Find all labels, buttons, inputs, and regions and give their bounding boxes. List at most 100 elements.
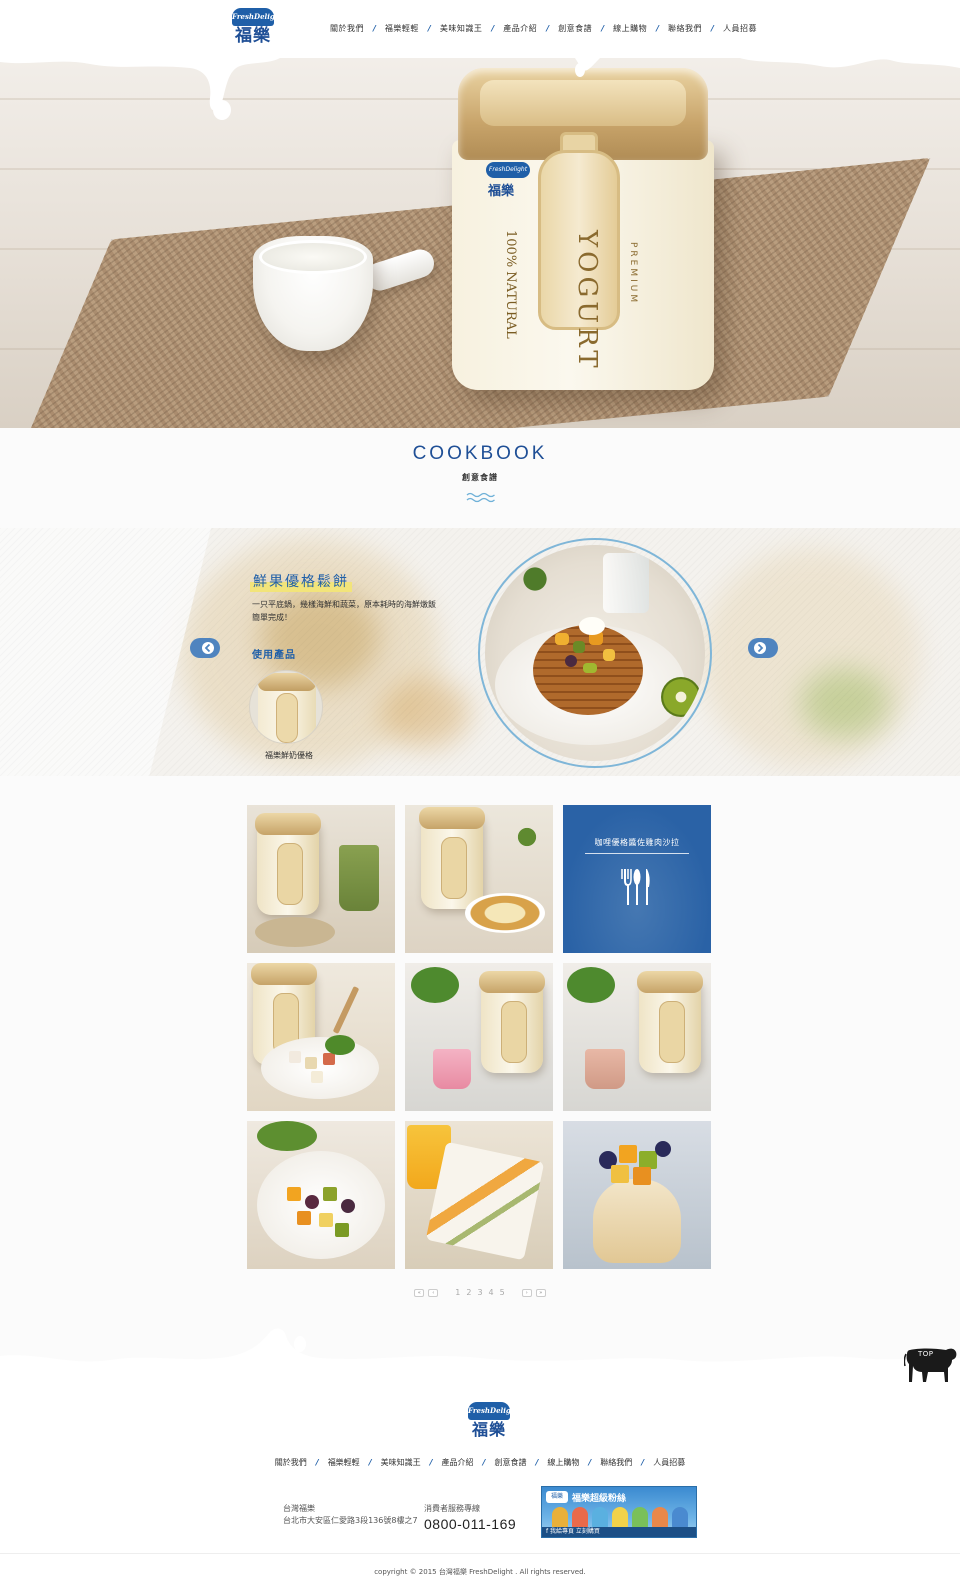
chevron-left-icon xyxy=(202,642,214,654)
company-address: 台北市大安區仁愛路3段136號8樓之7 xyxy=(283,1516,418,1525)
nav-separator: / xyxy=(427,24,431,33)
yogurt-cup-image xyxy=(253,236,438,366)
slider-next-button[interactable] xyxy=(748,638,778,658)
tub-brand-name: 福樂 xyxy=(488,184,515,199)
footer-nav-item-shop[interactable]: 線上購物 xyxy=(547,1457,579,1468)
footer-nav-item-products[interactable]: 產品介紹 xyxy=(442,1457,474,1468)
nav-item-about[interactable]: 關於我們 xyxy=(330,23,364,34)
logo-badge: FreshDelight xyxy=(232,8,283,26)
nav-separator: / xyxy=(711,24,714,33)
recipe-title: 鮮果優格鬆餅 xyxy=(250,570,352,592)
footer: FreshDelight 福樂 關於我們 / 福樂輕輕 / 美味知識王 / 產品… xyxy=(0,1368,960,1588)
footer-nav-item-recipes[interactable]: 創意食譜 xyxy=(494,1457,526,1468)
nav-separator: / xyxy=(482,1458,486,1467)
page-number[interactable]: 4 xyxy=(488,1288,495,1297)
recipe-card[interactable] xyxy=(247,805,395,953)
company-name: 台灣福樂 xyxy=(283,1504,315,1513)
fb-banner-bar: f 我給專頁 立刻購買 xyxy=(542,1527,696,1537)
logo-badge: FreshDelight xyxy=(468,1402,519,1420)
product-thumbnail[interactable] xyxy=(249,670,323,744)
main-nav: 關於我們 / 福樂輕輕 / 美味知識王 / 產品介紹 / 創意食譜 / 線上購物… xyxy=(330,23,757,34)
section-title: COOKBOOK xyxy=(412,443,548,464)
cutlery-icon xyxy=(621,869,650,905)
kid-illustration xyxy=(592,1507,608,1529)
kid-illustration xyxy=(652,1507,668,1529)
nav-separator: / xyxy=(656,24,660,33)
nav-separator: / xyxy=(546,24,550,33)
prev-page-button[interactable]: ‹ xyxy=(428,1288,439,1297)
product-used-label: 使用產品 xyxy=(252,650,296,661)
recipe-photo xyxy=(478,538,712,768)
footer-logo[interactable]: FreshDelight 福樂 xyxy=(468,1402,519,1442)
nav-item-knowledge[interactable]: 美味知識王 xyxy=(440,23,483,34)
footer-nav-item-about[interactable]: 關於我們 xyxy=(275,1457,307,1468)
footer-nav-item-contact[interactable]: 聯絡我們 xyxy=(600,1457,632,1468)
recipe-card[interactable] xyxy=(405,1121,553,1269)
kid-illustration xyxy=(632,1507,648,1529)
first-page-button[interactable]: « xyxy=(414,1288,425,1297)
header: FreshDelight 福樂 關於我們 / 福樂輕輕 / 美味知識王 / 產品… xyxy=(0,0,960,58)
recipe-slider: 鮮果優格鬆餅 一只平底鍋，幾樣海鮮和蔬菜，原本耗時的海鮮燉飯簡單完成！ 使用產品… xyxy=(0,528,960,776)
recipe-card[interactable] xyxy=(405,963,553,1111)
pagination: « ‹ 1 2 3 4 5 › » xyxy=(0,1288,960,1297)
hotline-number[interactable]: 0800-011-169 xyxy=(424,1516,516,1532)
slider-prev-button[interactable] xyxy=(190,638,220,658)
kid-illustration xyxy=(572,1507,588,1529)
back-to-top-label[interactable]: TOP xyxy=(918,1350,934,1358)
page-number[interactable]: 2 xyxy=(465,1288,472,1297)
brand-logo[interactable]: FreshDelight 福樂 xyxy=(232,8,283,48)
last-page-button[interactable]: » xyxy=(535,1288,546,1297)
page-number[interactable]: 1 xyxy=(454,1288,461,1297)
nav-separator: / xyxy=(535,1458,539,1467)
recipe-description: 一只平底鍋，幾樣海鮮和蔬菜，原本耗時的海鮮燉飯簡單完成！ xyxy=(252,600,436,622)
nav-separator: / xyxy=(491,24,495,33)
nav-separator: / xyxy=(315,1458,319,1467)
recipe-card[interactable] xyxy=(247,963,395,1111)
kid-illustration xyxy=(672,1507,688,1529)
next-page-button[interactable]: › xyxy=(521,1288,532,1297)
page-number[interactable]: 3 xyxy=(476,1288,483,1297)
nav-item-shop[interactable]: 線上購物 xyxy=(613,23,647,34)
tub-yogurt-word: YOGURT xyxy=(572,230,602,372)
chevron-right-icon xyxy=(754,642,766,654)
hotline-label: 消費者服務專線 xyxy=(424,1504,480,1513)
facebook-fan-banner[interactable]: 福樂 福樂超級粉絲 f 我給專頁 立刻購買 xyxy=(541,1486,697,1538)
page-number[interactable]: 5 xyxy=(499,1288,506,1297)
footer-nav-item-light[interactable]: 福樂輕輕 xyxy=(328,1457,360,1468)
featured-recipe-title: 咖哩優格醬佐雞肉沙拉 xyxy=(594,838,680,847)
footer-nav: 關於我們 / 福樂輕輕 / 美味知識王 / 產品介紹 / 創意食譜 / 線上購物… xyxy=(0,1457,960,1468)
recipe-grid: 咖哩優格醬佐雞肉沙拉 xyxy=(247,805,713,1271)
copyright-text: copyright © 2015 台灣福樂 FreshDelight . All… xyxy=(374,1568,586,1576)
tub-natural-text: 100% NATURAL xyxy=(503,230,518,339)
featured-recipe-card[interactable]: 咖哩優格醬佐雞肉沙拉 xyxy=(563,805,711,953)
footer-nav-item-knowledge[interactable]: 美味知識王 xyxy=(381,1457,421,1468)
fb-banner-title: 福樂超級粉絲 xyxy=(572,1494,627,1504)
nav-separator: / xyxy=(601,24,605,33)
nav-separator: / xyxy=(641,1458,645,1467)
recipe-card[interactable] xyxy=(247,1121,395,1269)
footer-nav-item-careers[interactable]: 人員招募 xyxy=(653,1457,685,1468)
nav-item-light[interactable]: 福樂輕輕 xyxy=(385,23,419,34)
milk-drip-decoration xyxy=(0,58,960,120)
nav-item-recipes[interactable]: 創意食譜 xyxy=(558,23,592,34)
logo-name: 福樂 xyxy=(235,26,271,46)
section-subtitle: 創意食譜 xyxy=(462,473,498,482)
nav-item-products[interactable]: 產品介紹 xyxy=(503,23,537,34)
recipe-card[interactable] xyxy=(563,963,711,1111)
milk-wave-decoration xyxy=(0,1328,960,1372)
logo-name: 福樂 xyxy=(471,1420,506,1439)
recipe-card[interactable] xyxy=(405,805,553,953)
tub-premium-text: PREMIUM xyxy=(628,242,638,306)
company-info: 台灣福樂 台北市大安區仁愛路3段136號8樓之7 xyxy=(283,1503,418,1527)
hero-banner: FreshDelight 福樂 YOGURT 100% NATURAL PREM… xyxy=(0,58,960,428)
product-name[interactable]: 福樂鮮奶優格 xyxy=(252,750,326,761)
recipe-card[interactable] xyxy=(563,1121,711,1269)
nav-separator: / xyxy=(368,1458,372,1467)
nav-separator: / xyxy=(373,24,376,33)
kid-illustration xyxy=(552,1507,568,1529)
nav-item-careers[interactable]: 人員招募 xyxy=(723,23,757,34)
kid-illustration xyxy=(612,1507,628,1529)
fb-banner-logo: 福樂 xyxy=(546,1491,568,1503)
wave-divider-icon xyxy=(466,492,495,503)
nav-item-contact[interactable]: 聯絡我們 xyxy=(668,23,702,34)
